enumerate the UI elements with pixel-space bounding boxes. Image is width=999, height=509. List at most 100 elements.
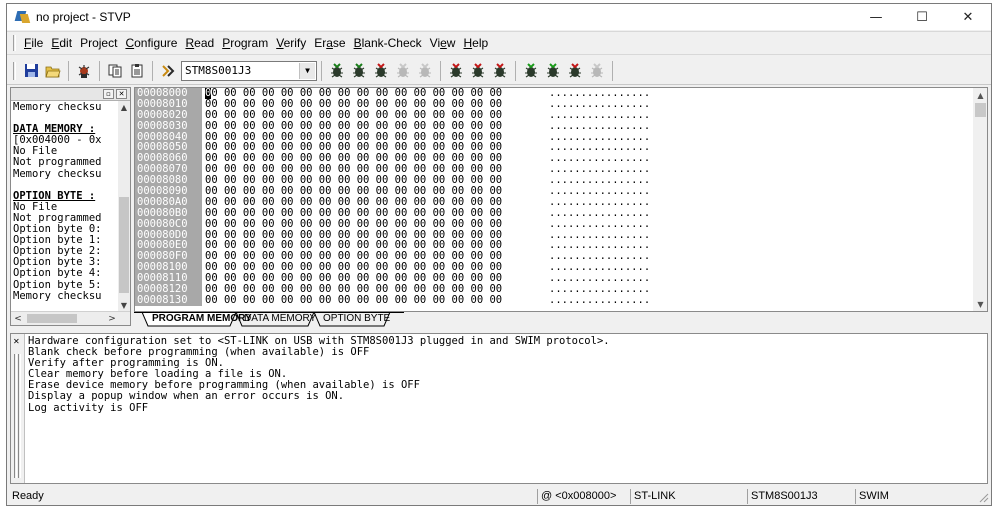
log-output: Hardware configuration set to <ST-LINK o…: [28, 335, 610, 414]
menu-item-file[interactable]: File: [20, 36, 47, 50]
stvp-app-icon: [14, 9, 31, 25]
info-line: Memory checksu: [13, 102, 102, 113]
menu-item-view[interactable]: View: [426, 36, 460, 50]
menu-item-verify[interactable]: Verify: [272, 36, 310, 50]
device-select-value: STM8S001J3: [185, 64, 252, 77]
scroll-thumb[interactable]: [27, 314, 77, 323]
menu-item-help[interactable]: Help: [459, 36, 492, 50]
read-current-icon[interactable]: [348, 60, 370, 82]
info-panel-horizontal-scrollbar[interactable]: < >: [11, 311, 130, 325]
scroll-thumb[interactable]: [119, 197, 129, 293]
hex-address: 00008130: [135, 295, 202, 306]
menu-item-read[interactable]: Read: [181, 36, 218, 50]
toolbar-separator: [440, 60, 441, 81]
close-icon: ✕: [118, 90, 125, 98]
close-icon: ✕: [962, 9, 974, 25]
status-bar: Ready @ <0x008000> ST-LINK STM8S001J3 SW…: [7, 488, 991, 505]
menu-bar: File Edit Project Configure Read Program Verif…: [7, 31, 991, 55]
minimize-button[interactable]: —: [853, 4, 899, 30]
chevron-down-icon[interactable]: ▼: [299, 62, 315, 79]
program-option-icon[interactable]: [489, 60, 511, 82]
info-panel-vertical-scrollbar[interactable]: ▲ ▼: [118, 101, 130, 311]
window-title: no project - STVP: [36, 10, 131, 24]
save-icon[interactable]: [20, 60, 42, 82]
paste-icon[interactable]: [126, 60, 148, 82]
scroll-down-icon[interactable]: ▼: [973, 297, 987, 311]
menu-item-project[interactable]: Project: [76, 36, 121, 50]
verify-all-icon[interactable]: [520, 60, 542, 82]
hex-bytes[interactable]: 00 00 00 00 00 00 00 00 00 00 00 00 00 0…: [205, 295, 502, 306]
info-line: Memory checksu: [13, 289, 102, 302]
menu-grip[interactable]: [13, 35, 16, 51]
log-line: Display a popup window when an error occ…: [28, 390, 345, 403]
scroll-down-icon[interactable]: ▼: [118, 299, 130, 311]
program-all-icon[interactable]: [445, 60, 467, 82]
status-address: @ <0x008000>: [537, 489, 616, 504]
verify-data-disabled-icon: [586, 60, 608, 82]
read-option-icon[interactable]: [370, 60, 392, 82]
read-data-disabled-icon: [392, 60, 414, 82]
open-icon[interactable]: [42, 60, 64, 82]
read-all-icon[interactable]: [326, 60, 348, 82]
scroll-right-icon[interactable]: >: [105, 312, 119, 325]
tab-option-byte[interactable]: OPTION BYTE: [319, 312, 394, 327]
scroll-thumb[interactable]: [975, 103, 986, 117]
program-current-icon[interactable]: [467, 60, 489, 82]
toolbar-separator: [612, 60, 613, 81]
maximize-icon: ☐: [916, 9, 928, 25]
hex-ascii: ................: [549, 217, 651, 230]
copy-icon[interactable]: [104, 60, 126, 82]
menu-item-configure[interactable]: Configure: [121, 36, 181, 50]
info-line: Memory checksu: [13, 167, 102, 180]
info-line: Option byte 4:: [13, 267, 102, 280]
hex-bytes[interactable]: 00 00 00 00 00 00 00 00 00 00 00 00 00 0…: [205, 120, 502, 132]
minimize-icon: —: [869, 9, 883, 25]
verify-current-icon[interactable]: [542, 60, 564, 82]
panel-close-button[interactable]: ✕: [116, 89, 127, 99]
memory-hex-view[interactable]: 00008000 00 00 00 00 00 00 00 00 00 00 00…: [134, 87, 988, 312]
device-select[interactable]: STM8S001J3 ▼: [181, 60, 317, 81]
hex-bytes[interactable]: 00 00 00 00 00 00 00 00 00 00 00 00 00 0…: [205, 218, 502, 230]
hex-ascii: ................: [549, 119, 651, 132]
scroll-left-icon[interactable]: <: [11, 312, 25, 325]
menu-item-edit[interactable]: Edit: [47, 36, 76, 50]
hex-ascii: ................: [549, 293, 651, 306]
menu-item-program[interactable]: Program: [218, 36, 272, 50]
info-panel: ▫ ✕ Memory checksu DATA MEMORY : [0x004000…: [10, 87, 131, 326]
toolbar-separator: [152, 60, 153, 81]
memory-tabs: PROGRAM MEMORY DATA MEMORY OPTION BYTE: [134, 312, 988, 327]
info-panel-header: ▫ ✕: [11, 88, 130, 101]
info-line: Not programmed: [13, 156, 102, 169]
toolbar-separator: [68, 60, 69, 81]
info-panel-text: Memory checksu DATA MEMORY : [0x004000 - 0…: [13, 102, 117, 310]
title-bar[interactable]: no project - STVP — ☐ ✕: [7, 4, 991, 30]
hex-address: 00008030: [135, 120, 202, 132]
stvp-window: no project - STVP — ☐ ✕ File Edit Project C…: [6, 3, 992, 506]
read-mem-disabled-icon: [414, 60, 436, 82]
log-panel: ✕ Hardware configuration set to <ST-LINK…: [10, 333, 988, 484]
verify-option-icon[interactable]: [564, 60, 586, 82]
toolbar: STM8S001J3 ▼: [7, 57, 991, 85]
menu-item-blank-check[interactable]: Blank-Check: [350, 36, 426, 50]
scroll-up-icon[interactable]: ▲: [973, 88, 987, 102]
status-protocol: SWIM: [855, 489, 889, 504]
resize-grip-icon[interactable]: [977, 491, 989, 503]
toolbar-separator: [515, 60, 516, 81]
scroll-up-icon[interactable]: ▲: [118, 101, 130, 113]
chip-icon[interactable]: [73, 60, 95, 82]
close-icon[interactable]: ✕: [13, 337, 20, 346]
close-button[interactable]: ✕: [945, 4, 991, 30]
hex-vertical-scrollbar[interactable]: ▲ ▼: [973, 88, 987, 311]
device-icon[interactable]: [157, 60, 179, 82]
toolbar-grip[interactable]: [13, 61, 16, 80]
log-panel-handle[interactable]: ✕: [11, 334, 25, 483]
hex-address: 000080C0: [135, 218, 202, 230]
tab-data-memory[interactable]: DATA MEMORY: [240, 312, 320, 327]
maximize-button[interactable]: ☐: [899, 4, 945, 30]
status-tool: ST-LINK: [630, 489, 676, 504]
status-ready: Ready: [12, 490, 44, 502]
info-line: Option byte 5:: [13, 278, 102, 291]
log-line: Log activity is OFF: [28, 401, 149, 414]
panel-restore-button[interactable]: ▫: [103, 89, 114, 99]
menu-item-erase[interactable]: Erase: [310, 36, 349, 50]
